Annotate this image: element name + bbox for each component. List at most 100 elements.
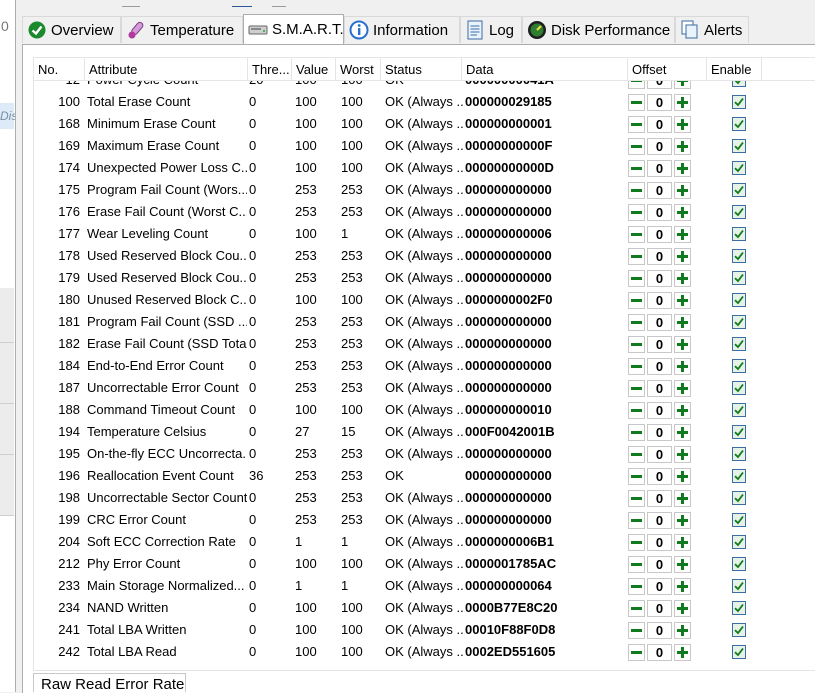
plus-icon[interactable]: [674, 600, 691, 617]
table-row[interactable]: 179 Used Reserved Block Cou... 0 253 253 OK (…: [34, 267, 815, 289]
enable-checkbox[interactable]: [732, 315, 746, 329]
enable-checkbox[interactable]: [732, 557, 746, 571]
enable-checkbox[interactable]: [732, 337, 746, 351]
offset-value[interactable]: 0: [647, 248, 672, 265]
minus-icon[interactable]: [628, 160, 645, 177]
table-row[interactable]: 199 CRC Error Count 0 253 253 OK (Always ... 0…: [34, 509, 815, 531]
enable-checkbox[interactable]: [732, 469, 746, 483]
minus-icon[interactable]: [628, 424, 645, 441]
table-row[interactable]: 174 Unexpected Power Loss C... 0 100 100 OK (…: [34, 157, 815, 179]
table-row[interactable]: 180 Unused Reserved Block C... 0 100 100 OK (…: [34, 289, 815, 311]
offset-value[interactable]: 0: [647, 402, 672, 419]
plus-icon[interactable]: [674, 204, 691, 221]
minus-icon[interactable]: [628, 182, 645, 199]
table-row[interactable]: 233 Main Storage Normalized... 0 1 1 OK (Alwa…: [34, 575, 815, 597]
plus-icon[interactable]: [674, 644, 691, 661]
minus-icon[interactable]: [628, 534, 645, 551]
enable-checkbox[interactable]: [732, 117, 746, 131]
attribute-detail-tab[interactable]: Raw Read Error Rate: [33, 673, 186, 692]
table-row[interactable]: 177 Wear Leveling Count 0 100 1 OK (Always ..…: [34, 223, 815, 245]
table-row[interactable]: 188 Command Timeout Count 0 100 100 OK (Alway…: [34, 399, 815, 421]
offset-value[interactable]: 0: [647, 314, 672, 331]
offset-value[interactable]: 0: [647, 490, 672, 507]
table-row[interactable]: 176 Erase Fail Count (Worst C... 0 253 253 OK…: [34, 201, 815, 223]
column-header-no[interactable]: No.: [34, 58, 85, 80]
table-row[interactable]: 195 On-the-fly ECC Uncorrecta... 0 253 253 OK…: [34, 443, 815, 465]
plus-icon[interactable]: [674, 270, 691, 287]
plus-icon[interactable]: [674, 424, 691, 441]
minus-icon[interactable]: [628, 622, 645, 639]
plus-icon[interactable]: [674, 578, 691, 595]
plus-icon[interactable]: [674, 622, 691, 639]
offset-value[interactable]: 0: [647, 446, 672, 463]
offset-value[interactable]: 0: [647, 270, 672, 287]
plus-icon[interactable]: [674, 358, 691, 375]
smart-attribute-list[interactable]: No. Attribute Thre... Value Worst Status…: [33, 57, 815, 671]
enable-checkbox[interactable]: [732, 403, 746, 417]
plus-icon[interactable]: [674, 116, 691, 133]
enable-checkbox[interactable]: [732, 447, 746, 461]
tab-log[interactable]: Log: [460, 16, 522, 43]
enable-checkbox[interactable]: [732, 623, 746, 637]
offset-value[interactable]: 0: [647, 578, 672, 595]
minus-icon[interactable]: [628, 446, 645, 463]
enable-checkbox[interactable]: [732, 359, 746, 373]
enable-checkbox[interactable]: [732, 579, 746, 593]
offset-value[interactable]: 0: [647, 644, 672, 661]
column-header-threshold[interactable]: Thre...: [248, 58, 292, 80]
enable-checkbox[interactable]: [732, 139, 746, 153]
plus-icon[interactable]: [674, 402, 691, 419]
table-row[interactable]: 242 Total LBA Read 0 100 100 OK (Always ... 00…: [34, 641, 815, 663]
offset-value[interactable]: 0: [647, 160, 672, 177]
column-header-offset[interactable]: Offset: [628, 58, 707, 80]
enable-checkbox[interactable]: [732, 183, 746, 197]
minus-icon[interactable]: [628, 600, 645, 617]
offset-value[interactable]: 0: [647, 468, 672, 485]
plus-icon[interactable]: [674, 138, 691, 155]
enable-checkbox[interactable]: [732, 205, 746, 219]
offset-value[interactable]: 0: [647, 116, 672, 133]
enable-checkbox[interactable]: [732, 601, 746, 615]
offset-value[interactable]: 0: [647, 622, 672, 639]
table-row[interactable]: 194 Temperature Celsius 0 27 15 OK (Always ..…: [34, 421, 815, 443]
enable-checkbox[interactable]: [732, 513, 746, 527]
offset-value[interactable]: 0: [647, 226, 672, 243]
offset-value[interactable]: 0: [647, 292, 672, 309]
plus-icon[interactable]: [674, 160, 691, 177]
enable-checkbox[interactable]: [732, 271, 746, 285]
table-row[interactable]: 181 Program Fail Count (SSD ... 0 253 253 OK …: [34, 311, 815, 333]
table-row[interactable]: 100 Total Erase Count 0 100 100 OK (Always ..…: [34, 91, 815, 113]
table-row[interactable]: 198 Uncorrectable Sector Count 0 253 253 OK (…: [34, 487, 815, 509]
plus-icon[interactable]: [674, 94, 691, 111]
plus-icon[interactable]: [674, 534, 691, 551]
minus-icon[interactable]: [628, 644, 645, 661]
plus-icon[interactable]: [674, 380, 691, 397]
plus-icon[interactable]: [674, 182, 691, 199]
offset-value[interactable]: 0: [647, 600, 672, 617]
drive-list-item[interactable]: [0, 288, 14, 343]
minus-icon[interactable]: [628, 512, 645, 529]
minus-icon[interactable]: [628, 490, 645, 507]
table-row[interactable]: 184 End-to-End Error Count 0 253 253 OK (Alwa…: [34, 355, 815, 377]
column-header-value[interactable]: Value: [292, 58, 336, 80]
minus-icon[interactable]: [628, 204, 645, 221]
plus-icon[interactable]: [674, 292, 691, 309]
selected-drive-item[interactable]: Dis: [0, 103, 15, 129]
tab-temperature[interactable]: Temperature: [121, 16, 243, 43]
minus-icon[interactable]: [628, 116, 645, 133]
plus-icon[interactable]: [674, 512, 691, 529]
plus-icon[interactable]: [674, 336, 691, 353]
offset-value[interactable]: 0: [647, 380, 672, 397]
table-row[interactable]: 175 Program Fail Count (Wors... 0 253 253 OK …: [34, 179, 815, 201]
plus-icon[interactable]: [674, 248, 691, 265]
offset-value[interactable]: 0: [647, 556, 672, 573]
enable-checkbox[interactable]: [732, 381, 746, 395]
enable-checkbox[interactable]: [732, 95, 746, 109]
minus-icon[interactable]: [628, 556, 645, 573]
offset-value[interactable]: 0: [647, 182, 672, 199]
tab-smart[interactable]: S.M.A.R.T.: [243, 14, 344, 44]
enable-checkbox[interactable]: [732, 161, 746, 175]
offset-value[interactable]: 0: [647, 138, 672, 155]
tab-overview[interactable]: Overview: [22, 16, 121, 43]
offset-value[interactable]: 0: [647, 512, 672, 529]
